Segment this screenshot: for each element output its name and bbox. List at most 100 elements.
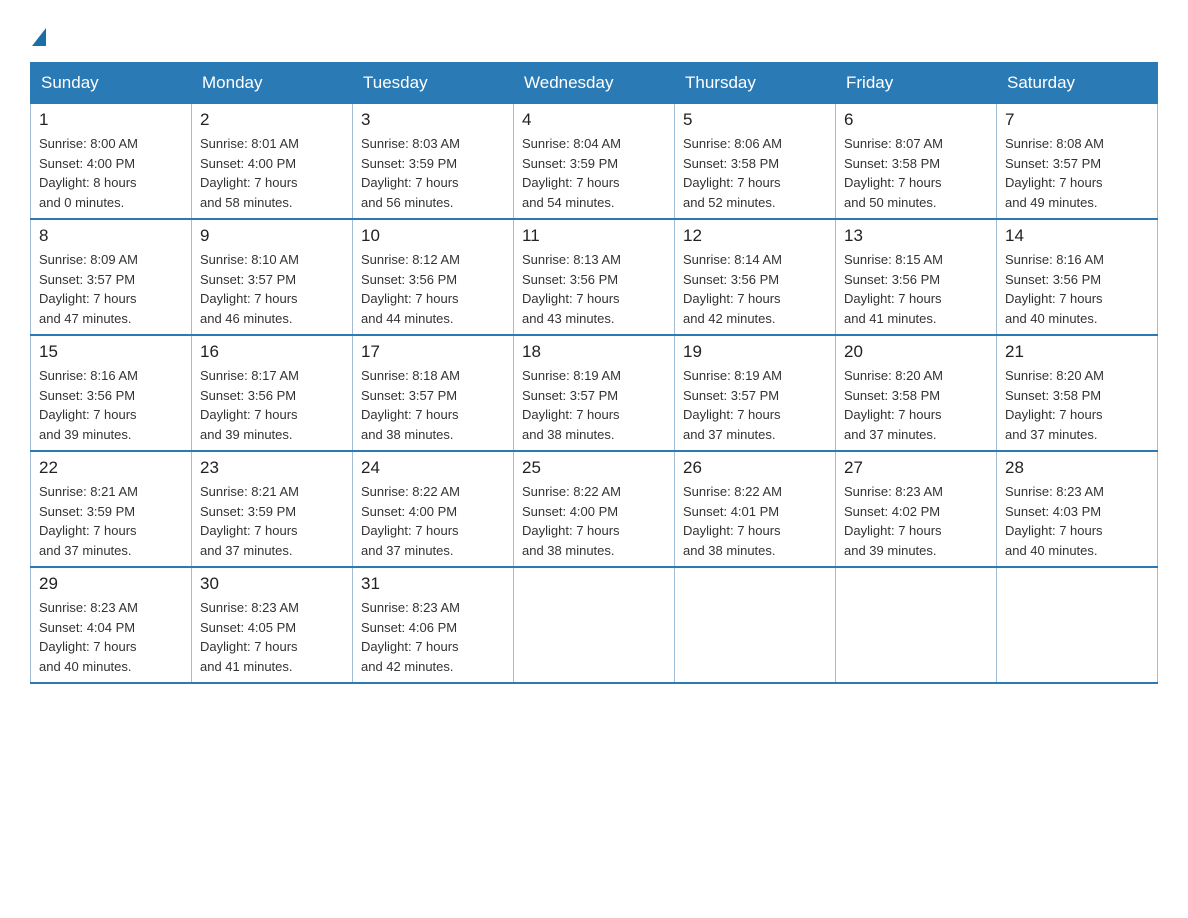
- calendar-cell: 22 Sunrise: 8:21 AM Sunset: 3:59 PM Dayli…: [31, 451, 192, 567]
- calendar-week-row: 22 Sunrise: 8:21 AM Sunset: 3:59 PM Dayli…: [31, 451, 1158, 567]
- calendar-cell: 9Sunrise: 8:10 AM Sunset: 3:57 PM Daylig…: [192, 219, 353, 335]
- calendar-cell: 27Sunrise: 8:23 AM Sunset: 4:02 PM Dayli…: [836, 451, 997, 567]
- day-number: 26: [683, 458, 827, 478]
- header-wednesday: Wednesday: [514, 63, 675, 104]
- calendar-cell: 31 Sunrise: 8:23 AM Sunset: 4:06 PM Dayli…: [353, 567, 514, 683]
- day-info: Sunrise: 8:14 AM Sunset: 3:56 PM Dayligh…: [683, 250, 827, 328]
- day-info: Sunrise: 8:08 AM Sunset: 3:57 PM Dayligh…: [1005, 134, 1149, 212]
- day-info: Sunrise: 8:21 AM Sunset: 3:59 PM Dayligh…: [39, 482, 183, 560]
- day-number: 8: [39, 226, 183, 246]
- header-friday: Friday: [836, 63, 997, 104]
- day-number: 22: [39, 458, 183, 478]
- day-info: Sunrise: 8:17 AM Sunset: 3:56 PM Dayligh…: [200, 366, 344, 444]
- calendar-cell: 5Sunrise: 8:06 AM Sunset: 3:58 PM Daylig…: [675, 104, 836, 220]
- day-info: Sunrise: 8:23 AM Sunset: 4:03 PM Dayligh…: [1005, 482, 1149, 560]
- day-info: Sunrise: 8:21 AM Sunset: 3:59 PM Dayligh…: [200, 482, 344, 560]
- day-info: Sunrise: 8:16 AM Sunset: 3:56 PM Dayligh…: [1005, 250, 1149, 328]
- day-number: 3: [361, 110, 505, 130]
- day-info: Sunrise: 8:12 AM Sunset: 3:56 PM Dayligh…: [361, 250, 505, 328]
- day-number: 2: [200, 110, 344, 130]
- day-number: 28: [1005, 458, 1149, 478]
- day-number: 18: [522, 342, 666, 362]
- day-number: 16: [200, 342, 344, 362]
- day-info: Sunrise: 8:03 AM Sunset: 3:59 PM Dayligh…: [361, 134, 505, 212]
- day-number: 14: [1005, 226, 1149, 246]
- calendar-cell: 1 Sunrise: 8:00 AM Sunset: 4:00 PM Daylig…: [31, 104, 192, 220]
- calendar-cell: 7 Sunrise: 8:08 AM Sunset: 3:57 PM Daylig…: [997, 104, 1158, 220]
- calendar-cell: 12 Sunrise: 8:14 AM Sunset: 3:56 PM Dayli…: [675, 219, 836, 335]
- day-number: 12: [683, 226, 827, 246]
- day-info: Sunrise: 8:22 AM Sunset: 4:00 PM Dayligh…: [522, 482, 666, 560]
- day-number: 27: [844, 458, 988, 478]
- day-number: 4: [522, 110, 666, 130]
- calendar-cell: 16 Sunrise: 8:17 AM Sunset: 3:56 PM Dayli…: [192, 335, 353, 451]
- calendar-cell: [997, 567, 1158, 683]
- day-number: 20: [844, 342, 988, 362]
- day-info: Sunrise: 8:06 AM Sunset: 3:58 PM Dayligh…: [683, 134, 827, 212]
- day-number: 21: [1005, 342, 1149, 362]
- day-number: 17: [361, 342, 505, 362]
- day-info: Sunrise: 8:19 AM Sunset: 3:57 PM Dayligh…: [683, 366, 827, 444]
- day-info: Sunrise: 8:01 AM Sunset: 4:00 PM Dayligh…: [200, 134, 344, 212]
- calendar-cell: 26Sunrise: 8:22 AM Sunset: 4:01 PM Dayli…: [675, 451, 836, 567]
- day-info: Sunrise: 8:22 AM Sunset: 4:00 PM Dayligh…: [361, 482, 505, 560]
- day-number: 10: [361, 226, 505, 246]
- day-info: Sunrise: 8:04 AM Sunset: 3:59 PM Dayligh…: [522, 134, 666, 212]
- calendar-cell: 28 Sunrise: 8:23 AM Sunset: 4:03 PM Dayli…: [997, 451, 1158, 567]
- calendar-cell: 6Sunrise: 8:07 AM Sunset: 3:58 PM Daylig…: [836, 104, 997, 220]
- calendar-cell: 4 Sunrise: 8:04 AM Sunset: 3:59 PM Daylig…: [514, 104, 675, 220]
- day-number: 6: [844, 110, 988, 130]
- day-number: 13: [844, 226, 988, 246]
- calendar-cell: [675, 567, 836, 683]
- calendar-cell: 21 Sunrise: 8:20 AM Sunset: 3:58 PM Dayli…: [997, 335, 1158, 451]
- calendar-cell: 25 Sunrise: 8:22 AM Sunset: 4:00 PM Dayli…: [514, 451, 675, 567]
- day-number: 1: [39, 110, 183, 130]
- day-number: 7: [1005, 110, 1149, 130]
- day-info: Sunrise: 8:23 AM Sunset: 4:04 PM Dayligh…: [39, 598, 183, 676]
- header-monday: Monday: [192, 63, 353, 104]
- calendar-cell: 30Sunrise: 8:23 AM Sunset: 4:05 PM Dayli…: [192, 567, 353, 683]
- calendar-cell: 23 Sunrise: 8:21 AM Sunset: 3:59 PM Dayli…: [192, 451, 353, 567]
- day-number: 25: [522, 458, 666, 478]
- calendar-cell: 29 Sunrise: 8:23 AM Sunset: 4:04 PM Dayli…: [31, 567, 192, 683]
- day-info: Sunrise: 8:09 AM Sunset: 3:57 PM Dayligh…: [39, 250, 183, 328]
- day-info: Sunrise: 8:13 AM Sunset: 3:56 PM Dayligh…: [522, 250, 666, 328]
- calendar-cell: [836, 567, 997, 683]
- day-info: Sunrise: 8:00 AM Sunset: 4:00 PM Dayligh…: [39, 134, 183, 212]
- logo-arrow-icon: [32, 28, 46, 46]
- calendar-cell: 2 Sunrise: 8:01 AM Sunset: 4:00 PM Daylig…: [192, 104, 353, 220]
- day-info: Sunrise: 8:20 AM Sunset: 3:58 PM Dayligh…: [1005, 366, 1149, 444]
- calendar-cell: [514, 567, 675, 683]
- day-number: 31: [361, 574, 505, 594]
- calendar-week-row: 8 Sunrise: 8:09 AM Sunset: 3:57 PM Daylig…: [31, 219, 1158, 335]
- day-info: Sunrise: 8:23 AM Sunset: 4:06 PM Dayligh…: [361, 598, 505, 676]
- calendar-cell: 13Sunrise: 8:15 AM Sunset: 3:56 PM Dayli…: [836, 219, 997, 335]
- day-number: 19: [683, 342, 827, 362]
- calendar-cell: 17 Sunrise: 8:18 AM Sunset: 3:57 PM Dayli…: [353, 335, 514, 451]
- header-sunday: Sunday: [31, 63, 192, 104]
- header-tuesday: Tuesday: [353, 63, 514, 104]
- calendar-cell: 10 Sunrise: 8:12 AM Sunset: 3:56 PM Dayli…: [353, 219, 514, 335]
- day-info: Sunrise: 8:18 AM Sunset: 3:57 PM Dayligh…: [361, 366, 505, 444]
- day-number: 24: [361, 458, 505, 478]
- calendar-week-row: 1 Sunrise: 8:00 AM Sunset: 4:00 PM Daylig…: [31, 104, 1158, 220]
- calendar-cell: 24 Sunrise: 8:22 AM Sunset: 4:00 PM Dayli…: [353, 451, 514, 567]
- calendar-week-row: 29 Sunrise: 8:23 AM Sunset: 4:04 PM Dayli…: [31, 567, 1158, 683]
- day-info: Sunrise: 8:19 AM Sunset: 3:57 PM Dayligh…: [522, 366, 666, 444]
- day-number: 29: [39, 574, 183, 594]
- header-saturday: Saturday: [997, 63, 1158, 104]
- calendar-table: SundayMondayTuesdayWednesdayThursdayFrid…: [30, 62, 1158, 684]
- calendar-cell: 20 Sunrise: 8:20 AM Sunset: 3:58 PM Dayli…: [836, 335, 997, 451]
- calendar-cell: 3 Sunrise: 8:03 AM Sunset: 3:59 PM Daylig…: [353, 104, 514, 220]
- calendar-week-row: 15Sunrise: 8:16 AM Sunset: 3:56 PM Dayli…: [31, 335, 1158, 451]
- day-info: Sunrise: 8:10 AM Sunset: 3:57 PM Dayligh…: [200, 250, 344, 328]
- calendar-cell: 15Sunrise: 8:16 AM Sunset: 3:56 PM Dayli…: [31, 335, 192, 451]
- calendar-cell: 11 Sunrise: 8:13 AM Sunset: 3:56 PM Dayli…: [514, 219, 675, 335]
- calendar-cell: 14 Sunrise: 8:16 AM Sunset: 3:56 PM Dayli…: [997, 219, 1158, 335]
- day-info: Sunrise: 8:16 AM Sunset: 3:56 PM Dayligh…: [39, 366, 183, 444]
- day-number: 23: [200, 458, 344, 478]
- day-number: 11: [522, 226, 666, 246]
- calendar-cell: 19 Sunrise: 8:19 AM Sunset: 3:57 PM Dayli…: [675, 335, 836, 451]
- calendar-cell: 18 Sunrise: 8:19 AM Sunset: 3:57 PM Dayli…: [514, 335, 675, 451]
- day-info: Sunrise: 8:20 AM Sunset: 3:58 PM Dayligh…: [844, 366, 988, 444]
